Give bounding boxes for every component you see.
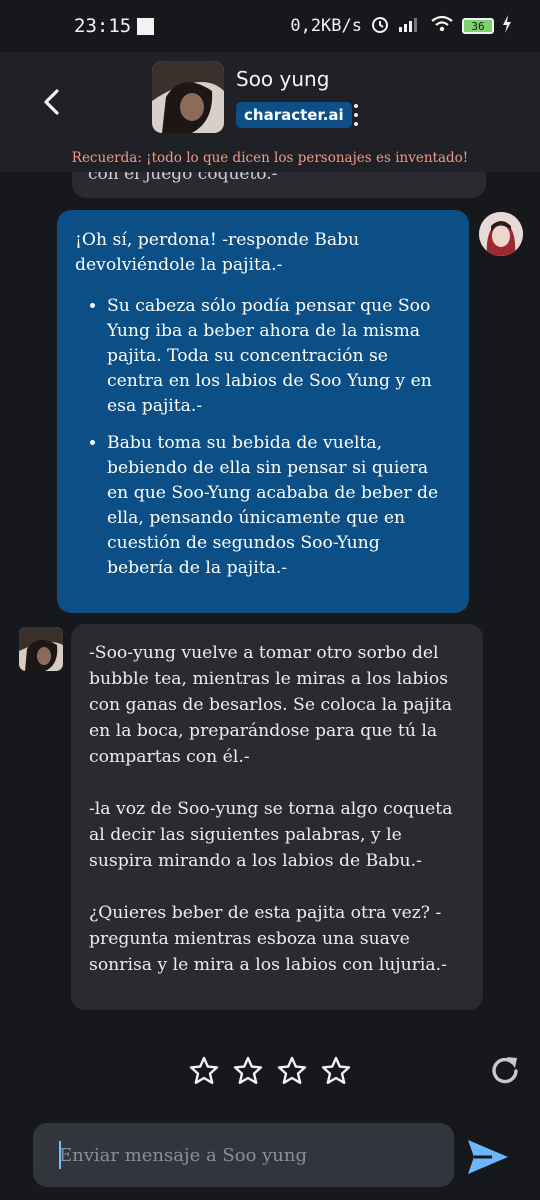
star-icon[interactable] — [276, 1055, 308, 1087]
vertical-dots-icon — [354, 104, 358, 108]
status-right: 0,2KB/s 36 — [290, 14, 512, 39]
user-message-bullet: Babu toma su bebida de vuelta, bebiendo … — [107, 431, 449, 581]
chevron-left-icon — [44, 89, 59, 115]
user-avatar[interactable] — [479, 212, 523, 256]
signal-icon — [398, 15, 422, 38]
battery-icon: 36 — [462, 18, 494, 34]
bot-message-paragraph: -Soo-yung vuelve a tomar otro sorbo del … — [89, 643, 453, 767]
wifi-icon — [430, 15, 454, 38]
chat-header: Soo yung character.ai — [0, 52, 540, 144]
user-message-intro: ¡Oh sí, perdona! -responde Babu devolvié… — [75, 230, 360, 275]
send-button[interactable] — [466, 1138, 510, 1176]
status-bar: 23:15 0,2KB/s 36 — [0, 0, 540, 52]
notification-icon — [137, 17, 155, 35]
text-caret — [59, 1141, 61, 1169]
character-avatar[interactable] — [152, 61, 224, 133]
more-options-button[interactable] — [348, 104, 364, 126]
message-input-placeholder: Enviar mensaje a Soo yung — [59, 1144, 308, 1166]
network-speed: 0,2KB/s — [290, 16, 362, 36]
clock: 23:15 — [74, 15, 132, 37]
user-message-list: Su cabeza sólo podía pensar que Soo Yung… — [75, 294, 449, 581]
back-button[interactable] — [36, 86, 68, 118]
bot-message-paragraph: -la voz de Soo-yung se torna algo coquet… — [89, 799, 453, 871]
dot — [354, 122, 358, 126]
star-icon[interactable] — [188, 1055, 220, 1087]
user-message-bubble: ¡Oh sí, perdona! -responde Babu devolvié… — [57, 210, 469, 613]
refresh-icon[interactable] — [487, 1053, 523, 1089]
dot — [354, 113, 358, 117]
charging-icon — [502, 14, 512, 38]
bot-message-bubble: -Soo-yung vuelve a tomar otro sorbo del … — [71, 624, 483, 1010]
alarm-icon — [370, 14, 390, 39]
user-message-bullet: Su cabeza sólo podía pensar que Soo Yung… — [107, 294, 449, 419]
bot-avatar[interactable] — [19, 627, 63, 671]
rating-stars — [188, 1055, 352, 1089]
character-name: Soo yung — [236, 67, 330, 91]
message-input[interactable]: Enviar mensaje a Soo yung — [33, 1123, 454, 1187]
star-icon[interactable] — [320, 1055, 352, 1087]
status-left: 23:15 — [74, 15, 155, 37]
brand-badge[interactable]: character.ai — [236, 102, 352, 128]
star-icon[interactable] — [232, 1055, 264, 1087]
disclaimer-banner: Recuerda: ¡todo lo que dicen los persona… — [0, 144, 540, 172]
bot-message-paragraph: ¿Quieres beber de esta pajita otra vez? … — [89, 903, 447, 975]
